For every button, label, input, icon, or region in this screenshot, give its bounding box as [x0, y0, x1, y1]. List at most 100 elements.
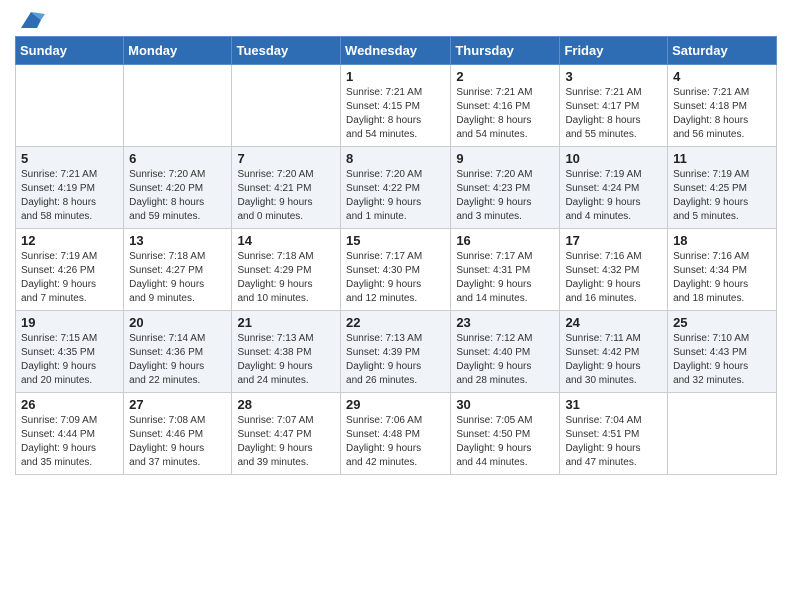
day-number: 4 [673, 69, 771, 84]
day-number: 25 [673, 315, 771, 330]
day-info: Sunrise: 7:11 AM Sunset: 4:42 PM Dayligh… [565, 332, 662, 388]
day-number: 27 [129, 397, 226, 412]
calendar-cell: 15 Sunrise: 7:17 AM Sunset: 4:30 PM Dayli… [341, 229, 451, 311]
day-number: 23 [456, 315, 554, 330]
calendar-cell: 4 Sunrise: 7:21 AM Sunset: 4:18 PM Daylig… [668, 65, 777, 147]
day-info: Sunrise: 7:17 AM Sunset: 4:30 PM Dayligh… [346, 250, 445, 306]
calendar-cell: 11Sunrise: 7:19 AM Sunset: 4:25 PM Dayli… [668, 147, 777, 229]
calendar-week-row: 1 Sunrise: 7:21 AM Sunset: 4:15 PM Daylig… [16, 65, 777, 147]
day-number: 10 [565, 151, 662, 166]
day-info: Sunrise: 7:17 AM Sunset: 4:31 PM Dayligh… [456, 250, 554, 306]
day-info: Sunrise: 7:20 AM Sunset: 4:21 PM Dayligh… [237, 168, 335, 224]
day-info: Sunrise: 7:18 AM Sunset: 4:27 PM Dayligh… [129, 250, 226, 306]
calendar-cell: 24 Sunrise: 7:11 AM Sunset: 4:42 PM Dayli… [560, 311, 668, 393]
logo [15, 10, 45, 28]
day-number: 30 [456, 397, 554, 412]
calendar-cell: 14 Sunrise: 7:18 AM Sunset: 4:29 PM Dayli… [232, 229, 341, 311]
calendar-cell: 23 Sunrise: 7:12 AM Sunset: 4:40 PM Dayli… [451, 311, 560, 393]
weekday-header: Sunday [16, 37, 124, 65]
calendar-cell: 30 Sunrise: 7:05 AM Sunset: 4:50 PM Dayli… [451, 393, 560, 475]
day-info: Sunrise: 7:20 AM Sunset: 4:20 PM Dayligh… [129, 168, 226, 224]
day-info: Sunrise: 7:09 AM Sunset: 4:44 PM Dayligh… [21, 414, 118, 470]
day-info: Sunrise: 7:04 AM Sunset: 4:51 PM Dayligh… [565, 414, 662, 470]
weekday-header: Monday [124, 37, 232, 65]
calendar-table: SundayMondayTuesdayWednesdayThursdayFrid… [15, 36, 777, 475]
calendar-cell [124, 65, 232, 147]
day-number: 12 [21, 233, 118, 248]
day-info: Sunrise: 7:21 AM Sunset: 4:18 PM Dayligh… [673, 86, 771, 142]
day-info: Sunrise: 7:19 AM Sunset: 4:24 PM Dayligh… [565, 168, 662, 224]
calendar-cell: 21 Sunrise: 7:13 AM Sunset: 4:38 PM Dayli… [232, 311, 341, 393]
calendar-cell: 2Sunrise: 7:21 AM Sunset: 4:16 PM Daylig… [451, 65, 560, 147]
calendar-header-row: SundayMondayTuesdayWednesdayThursdayFrid… [16, 37, 777, 65]
day-number: 18 [673, 233, 771, 248]
day-number: 14 [237, 233, 335, 248]
day-info: Sunrise: 7:16 AM Sunset: 4:32 PM Dayligh… [565, 250, 662, 306]
page-header [15, 10, 777, 28]
day-number: 19 [21, 315, 118, 330]
day-info: Sunrise: 7:07 AM Sunset: 4:47 PM Dayligh… [237, 414, 335, 470]
calendar-cell [668, 393, 777, 475]
calendar-cell: 12 Sunrise: 7:19 AM Sunset: 4:26 PM Dayli… [16, 229, 124, 311]
calendar-cell: 25 Sunrise: 7:10 AM Sunset: 4:43 PM Dayli… [668, 311, 777, 393]
calendar-cell: 6 Sunrise: 7:20 AM Sunset: 4:20 PM Daylig… [124, 147, 232, 229]
calendar-cell: 27 Sunrise: 7:08 AM Sunset: 4:46 PM Dayli… [124, 393, 232, 475]
day-info: Sunrise: 7:19 AM Sunset: 4:25 PM Dayligh… [673, 168, 771, 224]
weekday-header: Friday [560, 37, 668, 65]
calendar-cell: 20Sunrise: 7:14 AM Sunset: 4:36 PM Dayli… [124, 311, 232, 393]
calendar-week-row: 26 Sunrise: 7:09 AM Sunset: 4:44 PM Dayli… [16, 393, 777, 475]
calendar-cell: 26 Sunrise: 7:09 AM Sunset: 4:44 PM Dayli… [16, 393, 124, 475]
weekday-header: Thursday [451, 37, 560, 65]
calendar-cell: 5Sunrise: 7:21 AM Sunset: 4:19 PM Daylig… [16, 147, 124, 229]
calendar-cell: 1 Sunrise: 7:21 AM Sunset: 4:15 PM Daylig… [341, 65, 451, 147]
calendar-week-row: 5Sunrise: 7:21 AM Sunset: 4:19 PM Daylig… [16, 147, 777, 229]
day-number: 31 [565, 397, 662, 412]
day-number: 15 [346, 233, 445, 248]
calendar-cell: 13 Sunrise: 7:18 AM Sunset: 4:27 PM Dayli… [124, 229, 232, 311]
day-number: 24 [565, 315, 662, 330]
day-info: Sunrise: 7:21 AM Sunset: 4:15 PM Dayligh… [346, 86, 445, 142]
day-info: Sunrise: 7:13 AM Sunset: 4:38 PM Dayligh… [237, 332, 335, 388]
calendar-week-row: 19 Sunrise: 7:15 AM Sunset: 4:35 PM Dayli… [16, 311, 777, 393]
calendar-week-row: 12 Sunrise: 7:19 AM Sunset: 4:26 PM Dayli… [16, 229, 777, 311]
day-number: 29 [346, 397, 445, 412]
weekday-header: Saturday [668, 37, 777, 65]
day-info: Sunrise: 7:08 AM Sunset: 4:46 PM Dayligh… [129, 414, 226, 470]
calendar-cell: 3 Sunrise: 7:21 AM Sunset: 4:17 PM Daylig… [560, 65, 668, 147]
calendar-cell [232, 65, 341, 147]
weekday-header: Tuesday [232, 37, 341, 65]
day-info: Sunrise: 7:12 AM Sunset: 4:40 PM Dayligh… [456, 332, 554, 388]
day-info: Sunrise: 7:10 AM Sunset: 4:43 PM Dayligh… [673, 332, 771, 388]
day-info: Sunrise: 7:16 AM Sunset: 4:34 PM Dayligh… [673, 250, 771, 306]
day-number: 22 [346, 315, 445, 330]
day-number: 1 [346, 69, 445, 84]
day-info: Sunrise: 7:18 AM Sunset: 4:29 PM Dayligh… [237, 250, 335, 306]
day-number: 17 [565, 233, 662, 248]
calendar-cell: 29 Sunrise: 7:06 AM Sunset: 4:48 PM Dayli… [341, 393, 451, 475]
day-number: 28 [237, 397, 335, 412]
day-number: 5 [21, 151, 118, 166]
day-info: Sunrise: 7:13 AM Sunset: 4:39 PM Dayligh… [346, 332, 445, 388]
day-info: Sunrise: 7:19 AM Sunset: 4:26 PM Dayligh… [21, 250, 118, 306]
day-number: 26 [21, 397, 118, 412]
day-info: Sunrise: 7:20 AM Sunset: 4:23 PM Dayligh… [456, 168, 554, 224]
calendar-cell [16, 65, 124, 147]
calendar-cell: 16Sunrise: 7:17 AM Sunset: 4:31 PM Dayli… [451, 229, 560, 311]
day-info: Sunrise: 7:05 AM Sunset: 4:50 PM Dayligh… [456, 414, 554, 470]
day-number: 3 [565, 69, 662, 84]
logo-icon [17, 10, 45, 32]
calendar-cell: 17 Sunrise: 7:16 AM Sunset: 4:32 PM Dayli… [560, 229, 668, 311]
calendar-cell: 10 Sunrise: 7:19 AM Sunset: 4:24 PM Dayli… [560, 147, 668, 229]
calendar-cell: 22 Sunrise: 7:13 AM Sunset: 4:39 PM Dayli… [341, 311, 451, 393]
day-number: 13 [129, 233, 226, 248]
day-number: 21 [237, 315, 335, 330]
calendar-cell: 19 Sunrise: 7:15 AM Sunset: 4:35 PM Dayli… [16, 311, 124, 393]
day-number: 9 [456, 151, 554, 166]
calendar-cell: 28 Sunrise: 7:07 AM Sunset: 4:47 PM Dayli… [232, 393, 341, 475]
day-info: Sunrise: 7:15 AM Sunset: 4:35 PM Dayligh… [21, 332, 118, 388]
day-number: 2 [456, 69, 554, 84]
calendar-cell: 31 Sunrise: 7:04 AM Sunset: 4:51 PM Dayli… [560, 393, 668, 475]
day-info: Sunrise: 7:21 AM Sunset: 4:17 PM Dayligh… [565, 86, 662, 142]
day-number: 6 [129, 151, 226, 166]
day-info: Sunrise: 7:06 AM Sunset: 4:48 PM Dayligh… [346, 414, 445, 470]
